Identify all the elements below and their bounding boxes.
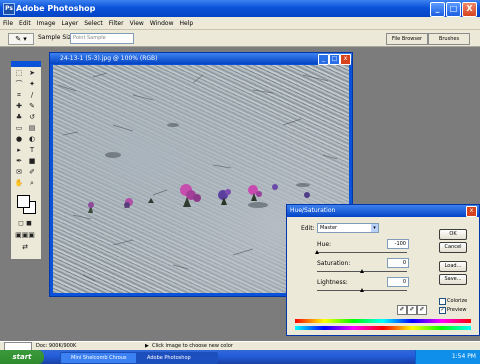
app-title-bar: Ps Adobe Photoshop _ □ X	[0, 0, 480, 17]
play-icon[interactable]: ▶	[145, 342, 149, 350]
blur-tool-icon[interactable]: ●	[14, 135, 24, 144]
screen-mode-icon[interactable]: ▣▣▣	[14, 231, 36, 240]
menu-file[interactable]: File	[0, 20, 16, 27]
document-title-bar: 24-13-1 (5-3).jpg @ 100% (RGB) _ □ x	[50, 53, 352, 65]
jump-to-imageready-icon[interactable]: ⇄	[14, 243, 36, 252]
lasso-tool-icon[interactable]: ⌒	[14, 80, 24, 89]
dialog-close-button[interactable]: x	[466, 206, 477, 217]
sample-size-select[interactable]: Point Sample	[70, 33, 134, 44]
saturation-slider-thumb[interactable]	[360, 269, 364, 273]
edit-channel-select[interactable]: Master ▾	[317, 223, 379, 233]
menu-image[interactable]: Image	[34, 20, 59, 27]
brush-tool-icon[interactable]: ✎	[27, 102, 37, 111]
hue-slider-thumb[interactable]	[315, 250, 319, 254]
lightness-label: Lightness:	[317, 279, 348, 286]
slice-tool-icon[interactable]: /	[27, 91, 37, 100]
cancel-button[interactable]: Cancel	[439, 242, 467, 253]
taskbar: start Mini Shelcomb Chrous Adobe Photosh…	[0, 350, 480, 364]
foreground-color-swatch[interactable]	[17, 195, 30, 208]
flowers	[88, 184, 310, 213]
menu-filter[interactable]: Filter	[106, 20, 127, 27]
maximize-button[interactable]: □	[446, 2, 461, 17]
hand-tool-icon[interactable]: ✋	[14, 179, 24, 188]
status-hint: Click image to choose new color	[152, 343, 233, 349]
doc-maximize-button[interactable]: □	[329, 54, 340, 65]
saturation-field[interactable]: 0	[387, 258, 409, 268]
photoshop-icon: Ps	[3, 3, 15, 15]
toolbox-header	[11, 61, 41, 67]
brushes-tab[interactable]: Brushes	[428, 33, 470, 45]
hue-slider-track[interactable]	[317, 252, 407, 253]
menu-select[interactable]: Select	[81, 20, 106, 27]
history-brush-icon[interactable]: ↺	[27, 113, 37, 122]
quick-mask-icon[interactable]: ◻ ◼	[14, 219, 36, 228]
edit-label: Edit:	[301, 225, 315, 232]
taskbar-item-photoshop[interactable]: Adobe Photoshop	[136, 352, 218, 364]
path-select-icon[interactable]: ▸	[14, 146, 24, 155]
status-bar: Doc: 900K/900K ▶ Click image to choose n…	[0, 341, 480, 351]
eyedropper-icon[interactable]: ✐	[397, 305, 407, 315]
saturation-label: Saturation:	[317, 260, 351, 267]
start-button[interactable]: start	[0, 350, 44, 364]
menu-edit[interactable]: Edit	[16, 20, 34, 27]
type-tool-icon[interactable]: T	[27, 146, 37, 155]
healing-brush-icon[interactable]: ✚	[14, 102, 24, 111]
edit-channel-value: Master	[320, 225, 338, 231]
toolbox: ⬚ ➤ ⌒ ✦ ⌗ / ✚ ✎ ♣ ↺ ▭ ▤ ● ◐ ▸ T ✒ ■ ✉ ✐ …	[10, 60, 42, 260]
colorize-label: Colorize	[447, 298, 468, 304]
load-button[interactable]: Load...	[439, 261, 467, 272]
notes-tool-icon[interactable]: ✉	[14, 168, 24, 177]
doc-minimize-button[interactable]: _	[318, 54, 329, 65]
eyedropper-tool-preset[interactable]: ✎ ▾	[8, 33, 34, 45]
dialog-title: Hue/Saturation	[290, 207, 336, 214]
close-button[interactable]: X	[462, 2, 477, 17]
eyedropper-tool-icon[interactable]: ✐	[27, 168, 37, 177]
chevron-down-icon: ▾	[371, 224, 378, 232]
crop-tool-icon[interactable]: ⌗	[14, 91, 24, 100]
clock: 1:54 PM	[451, 353, 476, 360]
menu-window[interactable]: Window	[147, 20, 177, 27]
magic-wand-icon[interactable]: ✦	[27, 80, 37, 89]
marquee-tool-icon[interactable]: ⬚	[14, 69, 24, 78]
move-tool-icon[interactable]: ➤	[27, 69, 37, 78]
eyedropper-minus-icon[interactable]: ✐	[417, 305, 427, 315]
input-color-spectrum	[295, 319, 471, 323]
menu-help[interactable]: Help	[177, 20, 197, 27]
menu-bar: File Edit Image Layer Select Filter View…	[0, 17, 480, 30]
gradient-tool-icon[interactable]: ▤	[27, 124, 37, 133]
system-tray: 1:54 PM	[415, 350, 480, 364]
hue-saturation-dialog: Hue/Saturation x Edit: Master ▾ Hue: -10…	[286, 204, 480, 336]
eraser-tool-icon[interactable]: ▭	[14, 124, 24, 133]
zoom-tool-icon[interactable]: ⌕	[27, 179, 37, 188]
preview-checkbox[interactable]: ✓	[439, 307, 446, 314]
menu-view[interactable]: View	[127, 20, 147, 27]
pen-tool-icon[interactable]: ✒	[14, 157, 24, 166]
dodge-tool-icon[interactable]: ◐	[27, 135, 37, 144]
colorize-checkbox[interactable]	[439, 298, 446, 305]
ok-button[interactable]: OK	[439, 229, 467, 240]
output-color-spectrum	[295, 326, 471, 330]
app-title: Adobe Photoshop	[16, 4, 96, 13]
eyedropper-plus-icon[interactable]: ✐	[407, 305, 417, 315]
dialog-title-bar: Hue/Saturation x	[287, 205, 479, 217]
options-bar: ✎ ▾ Sample Size: Point Sample File Brows…	[0, 30, 480, 47]
doc-close-button[interactable]: x	[340, 54, 351, 65]
hue-label: Hue:	[317, 241, 332, 248]
preview-label: Preview	[447, 307, 467, 313]
minimize-button[interactable]: _	[430, 2, 445, 17]
file-browser-tab[interactable]: File Browser	[386, 33, 428, 45]
document-title: 24-13-1 (5-3).jpg @ 100% (RGB)	[60, 55, 158, 62]
stamp-tool-icon[interactable]: ♣	[14, 113, 24, 122]
lightness-slider-thumb[interactable]	[360, 288, 364, 292]
taskbar-item-browser[interactable]: Mini Shelcomb Chrous	[60, 352, 142, 364]
lightness-field[interactable]: 0	[387, 277, 409, 287]
shape-tool-icon[interactable]: ■	[27, 157, 37, 166]
menu-layer[interactable]: Layer	[58, 20, 81, 27]
hue-field[interactable]: -100	[387, 239, 409, 249]
save-button[interactable]: Save...	[439, 274, 467, 285]
doc-size: Doc: 900K/900K	[36, 343, 77, 349]
